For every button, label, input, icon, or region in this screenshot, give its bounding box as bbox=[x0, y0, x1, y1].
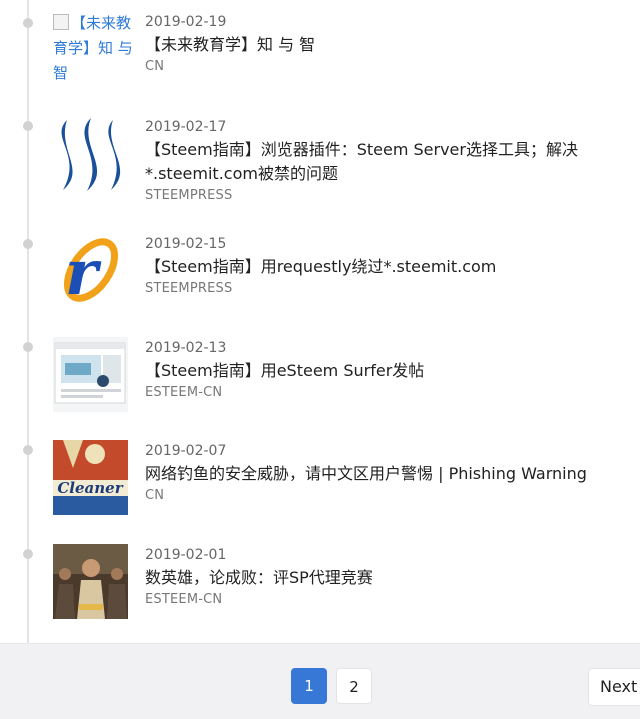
app-screenshot-image bbox=[53, 337, 128, 412]
timeline-dot bbox=[23, 445, 33, 455]
page-2-button[interactable]: 2 bbox=[336, 668, 372, 704]
post-title-link[interactable]: 【Steem指南】浏览器插件：Steem Server选择工具；解决*.stee… bbox=[145, 138, 610, 186]
post-timeline: 【未来教育学】知 与 智 2019-02-19 【未来教育学】知 与 智 CN … bbox=[0, 0, 640, 643]
post-title-link[interactable]: 【未来教育学】知 与 智 bbox=[145, 33, 610, 57]
timeline-line bbox=[27, 0, 29, 643]
post-date: 2019-02-15 bbox=[145, 236, 227, 252]
timeline-dot bbox=[23, 121, 33, 131]
post-tag[interactable]: CN bbox=[145, 486, 610, 506]
cleaner-image: Cleaner bbox=[53, 440, 128, 515]
post-date: 2019-02-17 bbox=[145, 119, 227, 135]
post-title-link[interactable]: 网络钓鱼的安全威胁，请中文区用户警惕 | Phishing Warning bbox=[145, 462, 610, 486]
post-thumbnail[interactable]: r bbox=[53, 232, 128, 307]
cleaner-text: Cleaner bbox=[57, 479, 123, 497]
post-date: 2019-02-13 bbox=[145, 340, 227, 356]
timeline-dot bbox=[23, 549, 33, 559]
photo-image bbox=[53, 544, 128, 619]
post-tag[interactable]: STEEMPRESS bbox=[145, 279, 610, 299]
timeline-dot bbox=[23, 239, 33, 249]
post-title-link[interactable]: 【Steem指南】用requestly绕过*.steemit.com bbox=[145, 255, 610, 279]
post-date: 2019-02-19 bbox=[145, 14, 227, 30]
post-date: 2019-02-07 bbox=[145, 443, 227, 459]
post-tag[interactable]: ESTEEM-CN bbox=[145, 383, 610, 403]
requestly-logo-icon: r bbox=[63, 236, 119, 307]
steem-logo-icon bbox=[61, 118, 121, 191]
timeline-dot bbox=[23, 342, 33, 352]
post-thumbnail-broken-image[interactable]: 【未来教育学】知 与 智 bbox=[53, 11, 133, 86]
post-tag[interactable]: STEEMPRESS bbox=[145, 186, 610, 206]
svg-text:r: r bbox=[65, 236, 102, 307]
post-date: 2019-02-01 bbox=[145, 547, 227, 563]
post-thumbnail[interactable]: Cleaner bbox=[53, 440, 128, 515]
post-tag[interactable]: ESTEEM-CN bbox=[145, 590, 610, 610]
post-tag[interactable]: CN bbox=[145, 57, 610, 77]
post-thumbnail[interactable] bbox=[53, 337, 128, 412]
post-title-link[interactable]: 【Steem指南】用eSteem Surfer发帖 bbox=[145, 359, 610, 383]
broken-image-icon bbox=[53, 14, 69, 30]
page-1-button[interactable]: 1 bbox=[291, 668, 327, 704]
post-title-link[interactable]: 数英雄，论成败：评SP代理竞赛 bbox=[145, 566, 610, 590]
timeline-dot bbox=[23, 18, 33, 28]
post-thumbnail[interactable] bbox=[53, 544, 128, 619]
pagination-bar: 1 2 Next bbox=[0, 643, 640, 719]
next-page-button[interactable]: Next bbox=[588, 668, 640, 706]
post-thumbnail[interactable] bbox=[53, 116, 128, 191]
